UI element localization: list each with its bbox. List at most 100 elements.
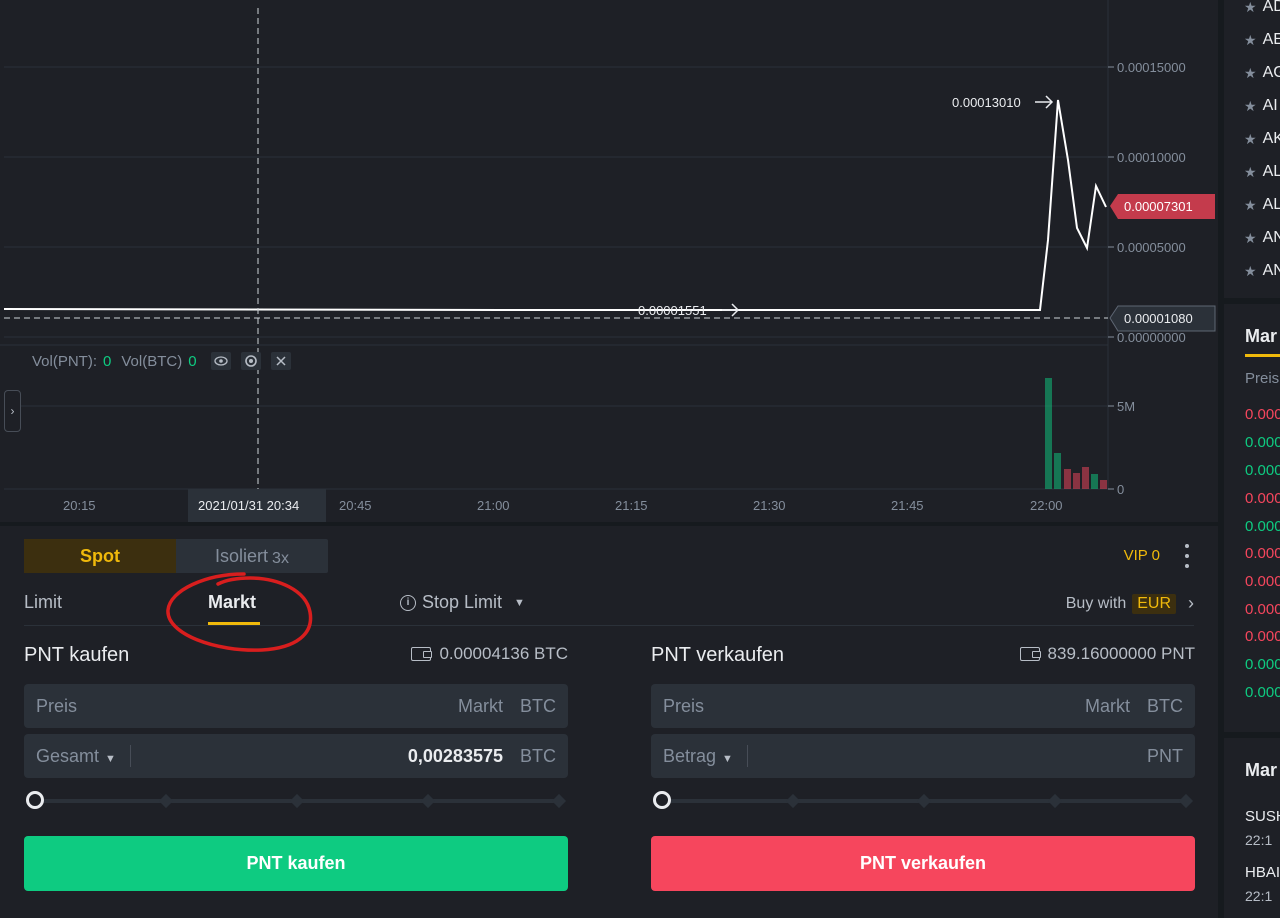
trade-panel: Spot Isoliert 3x VIP 0 Limit Markt i Sto… [0,526,1218,918]
tab-stop-limit[interactable]: i Stop Limit ▼ [400,592,525,613]
sell-form: PNT verkaufen 839.16000000 PNT Preis Mar… [651,644,1195,891]
close-icon[interactable] [270,352,291,370]
star-icon[interactable]: ★ [1244,65,1257,82]
volume-bars [1045,378,1107,489]
tab-limit[interactable]: Limit [24,592,62,613]
active-tab-indicator [1245,354,1280,357]
star-icon[interactable]: ★ [1244,230,1257,247]
crosshair-price-value: 0.00001080 [1124,311,1193,326]
pair-row[interactable]: ★ AN [1244,262,1280,280]
low-arrow-icon [722,303,740,317]
buy-total-select[interactable]: Gesamt ▼ [36,746,116,767]
tab-market[interactable]: Markt [208,592,256,613]
buy-balance-value: 0.00004136 BTC [439,644,568,663]
market-trades-tab[interactable]: Mar [1245,326,1277,347]
mode-spot-button[interactable]: Spot [24,539,176,573]
price-axis-ticks [1108,66,1114,490]
caret-down-icon: ▼ [514,596,525,609]
mode-isolated-label: Isoliert [215,545,269,566]
buy-form: PNT kaufen 0.00004136 BTC Preis Markt BT… [24,644,568,891]
leverage-label: 3x [272,550,289,567]
wallet-icon [1019,647,1041,661]
pair-row[interactable]: ★ AD [1244,0,1280,16]
trades-price-header: Preis [1245,370,1280,387]
pair-symbol: AG [1262,64,1280,81]
slider-handle[interactable] [26,791,44,809]
buy-with-link[interactable]: Buy with EUR › [1066,593,1194,614]
caret-down-icon: ▼ [105,752,116,765]
pair-symbol: AN [1262,229,1280,246]
trade-row: 0.000 [1245,628,1280,645]
price-axis-label: 0.00015000 [1117,60,1186,75]
mode-isolated-button[interactable]: Isoliert 3x [176,539,328,573]
star-icon[interactable]: ★ [1244,197,1257,214]
wallet-icon [411,647,433,661]
sell-amount-slider[interactable] [651,790,1195,810]
time-axis-label: 22:00 [1030,498,1063,513]
pair-row[interactable]: ★ AE [1244,31,1280,49]
expand-panel-button[interactable]: › [4,390,21,432]
price-chart[interactable]: 0.00015000 0.00010000 0.00005000 0.00000… [0,0,1218,522]
vip-level-link[interactable]: VIP 0 [1124,547,1160,564]
star-icon[interactable]: ★ [1244,98,1257,115]
buy-price-value: Markt [458,695,503,716]
pair-row[interactable]: ★ AI [1244,97,1278,115]
volume-bar [1100,480,1107,489]
volume-axis-label: 5M [1117,399,1135,414]
sell-amount-select[interactable]: Betrag ▼ [663,746,733,767]
sell-amount-label: Betrag [663,745,717,766]
right-sidebar: ★ AD ★ AE ★ AG ★ AI ★ AK ★ AL ★ AL ★ AN ★ AN Mar … [1224,0,1280,918]
eye-icon[interactable] [210,352,231,370]
price-axis-label: 0.00005000 [1117,240,1186,255]
trade-row: 0.000 [1245,518,1280,535]
trade-row: 0.000 [1245,573,1280,590]
mover-symbol[interactable]: HBAI [1245,864,1280,881]
sell-price-field[interactable]: Preis Markt BTC [651,684,1195,728]
volume-bar [1054,453,1061,489]
star-icon[interactable]: ★ [1244,164,1257,181]
buy-total-field[interactable]: Gesamt ▼ 0,00283575 BTC [24,734,568,778]
trade-row: 0.000 [1245,545,1280,562]
star-icon[interactable]: ★ [1244,32,1257,49]
trade-row: 0.000 [1245,601,1280,618]
pair-symbol: AL [1262,196,1280,213]
more-options-icon[interactable] [1182,544,1192,568]
info-icon[interactable]: i [400,594,416,611]
buy-button[interactable]: PNT kaufen [24,836,568,891]
star-icon[interactable]: ★ [1244,131,1257,148]
currency-badge: EUR [1132,593,1176,614]
sell-button[interactable]: PNT verkaufen [651,836,1195,891]
star-icon[interactable]: ★ [1244,0,1257,16]
margin-mode-switch: Spot Isoliert 3x [24,539,328,573]
chart-canvas[interactable]: 0.00015000 0.00010000 0.00005000 0.00000… [0,0,1218,522]
price-axis-label: 0.00010000 [1117,150,1186,165]
pair-symbol: AL [1262,163,1280,180]
pair-row[interactable]: ★ AL [1244,163,1280,181]
time-axis-label: 21:30 [753,498,786,513]
sell-price-value: Markt [1085,695,1130,716]
high-price-marker: 0.00013010 [952,95,1021,110]
pair-row[interactable]: ★ AK [1244,130,1280,148]
buy-total-label: Gesamt [36,745,100,766]
buy-amount-slider[interactable] [24,790,568,810]
pair-row[interactable]: ★ AL [1244,196,1280,214]
pair-row[interactable]: ★ AN [1244,229,1280,247]
vol-btc-value: 0 [188,352,197,370]
star-icon[interactable]: ★ [1244,263,1257,280]
pair-symbol: AN [1262,262,1280,279]
pair-list: ★ AD ★ AE ★ AG ★ AI ★ AK ★ AL ★ AL ★ AN ★ AN [1224,0,1280,298]
sell-price-unit: BTC [1147,695,1183,716]
buy-price-unit: BTC [520,695,556,716]
buy-total-value[interactable]: 0,00283575 [408,746,503,767]
settings-icon[interactable] [240,352,261,370]
trade-row: 0.000 [1245,684,1280,701]
trade-row: 0.000 [1245,490,1280,507]
mover-symbol[interactable]: SUSH [1245,808,1280,825]
slider-handle[interactable] [653,791,671,809]
pair-row[interactable]: ★ AG [1244,64,1280,82]
buy-price-label: Preis [36,695,78,716]
buy-price-field[interactable]: Preis Markt BTC [24,684,568,728]
active-tab-indicator [208,622,260,625]
sell-amount-field[interactable]: Betrag ▼ PNT [651,734,1195,778]
high-arrow-icon [1035,95,1054,109]
